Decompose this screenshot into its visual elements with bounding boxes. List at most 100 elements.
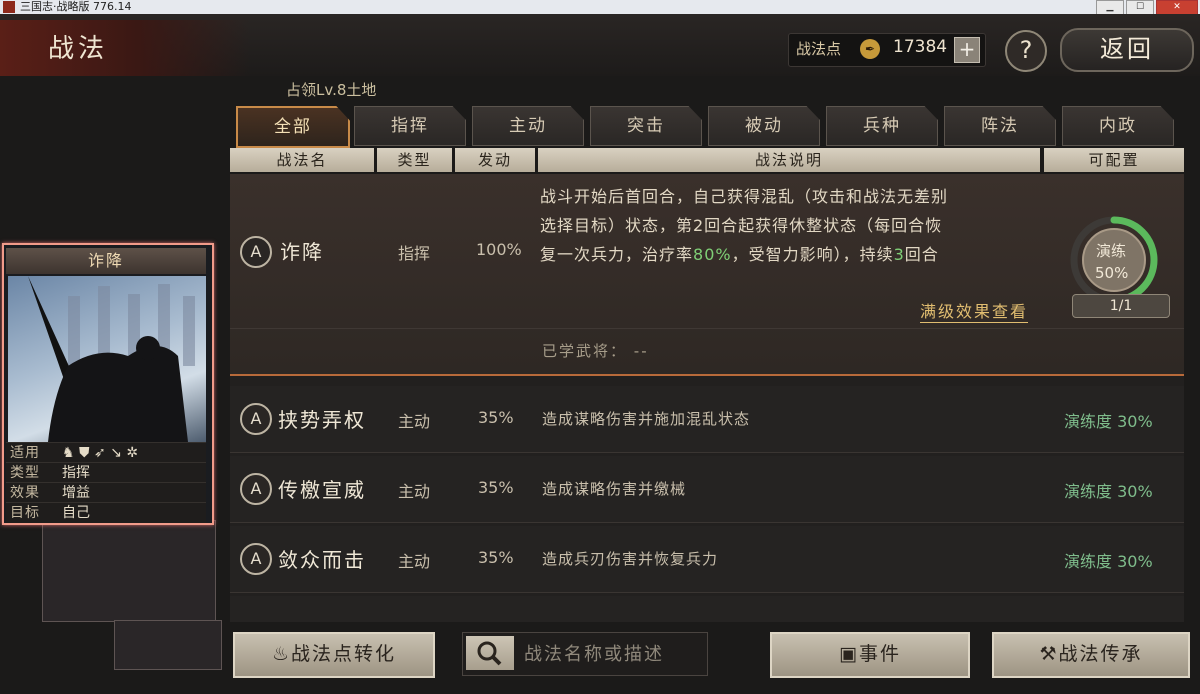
practice-level: 演练度 30%: [1064, 482, 1153, 501]
header-decor: [0, 20, 250, 76]
add-points-button[interactable]: +: [954, 37, 980, 63]
desc-line: 战斗开始后首回合，自己获得混乱（攻击和战法无差别: [540, 187, 949, 206]
events-label: 事件: [858, 643, 901, 665]
search-button[interactable]: [466, 636, 514, 670]
skill-name: 传檄宣威: [278, 478, 366, 502]
siege-icon: ✲: [126, 445, 139, 461]
card-row-key: 目标: [10, 505, 40, 521]
hammer-icon: ⚒: [1039, 643, 1059, 665]
warrior-silhouette-icon: [28, 276, 195, 442]
card-row-value: 自己: [62, 505, 90, 521]
window-titlebar: 三国志·战略版 776.14 ▁ ☐ ✕: [0, 0, 1200, 15]
skill-type: 指挥: [398, 244, 431, 263]
card-row-target: 目标 自己: [6, 502, 206, 523]
alert-icon: ▣: [839, 643, 859, 665]
practice-label: 演练: [1096, 242, 1127, 260]
back-button[interactable]: 返回: [1060, 28, 1194, 72]
column-header-config[interactable]: 可配置: [1044, 148, 1184, 172]
full-effect-link[interactable]: 满级效果查看: [920, 298, 1029, 323]
shield-icon: ⛊: [79, 445, 90, 461]
learned-value: --: [633, 342, 649, 360]
card-row-key: 效果: [10, 485, 40, 501]
desc-line: 选择目标）状态，第2回合起获得休整状态（每回合恢: [540, 216, 943, 235]
search-icon: [477, 641, 502, 666]
learned-label: 已学武将：: [542, 342, 628, 360]
skill-row[interactable]: A 挟势弄权 主动 35% 造成谋略伤害并施加混乱状态 演练度 30%: [230, 386, 1184, 453]
tab-passive[interactable]: 被动: [708, 106, 820, 146]
heal-rate-value: 80%: [693, 245, 732, 264]
skill-card-artwork: [8, 276, 206, 442]
duration-value: 3: [893, 245, 905, 264]
practice-level: 演练度 30%: [1064, 412, 1153, 431]
skill-description: 造成谋略伤害并缴械: [542, 480, 687, 498]
card-row-effect: 效果 增益: [6, 482, 206, 503]
skill-list[interactable]: A 诈降 指挥 100% 战斗开始后首回合，自己获得混乱（攻击和战法无差别 选择…: [230, 174, 1184, 622]
skill-rate: 35%: [478, 478, 514, 497]
convert-points-button[interactable]: ♨战法点转化: [233, 632, 435, 678]
skill-description: 造成兵刃伤害并恢复兵力: [542, 550, 719, 568]
territory-requirement: 占领Lv.8土地: [286, 81, 377, 99]
skill-rate: 35%: [478, 408, 514, 427]
column-header-name[interactable]: 战法名: [230, 148, 374, 172]
learned-generals: 已学武将： --: [542, 340, 649, 361]
tab-all[interactable]: 全部: [236, 106, 350, 148]
card-row-type: 类型 指挥: [6, 462, 206, 483]
grade-badge: A: [240, 403, 272, 435]
desc-text: 回合: [904, 245, 939, 264]
practice-level: 演练度 30%: [1064, 552, 1153, 571]
grade-badge: A: [240, 543, 272, 575]
app-icon: [3, 1, 15, 13]
maximize-button[interactable]: ☐: [1126, 0, 1154, 15]
feather-coin-icon: ✒: [860, 39, 880, 59]
tab-formation[interactable]: 阵法: [944, 106, 1056, 146]
card-row-value: 指挥: [62, 465, 90, 481]
skill-row-partial[interactable]: [230, 596, 1184, 622]
troop-type-icons: ♞ ⛊ ➶ ↘ ✲: [62, 443, 138, 463]
skill-row[interactable]: A 传檄宣威 主动 35% 造成谋略伤害并缴械 演练度 30%: [230, 456, 1184, 523]
bow-icon: ➶: [93, 445, 106, 461]
practice-counter: 1/1: [1072, 294, 1170, 318]
card-row-applicable: 适用 ♞ ⛊ ➶ ↘ ✲: [6, 442, 206, 463]
skill-name: 挟势弄权: [278, 408, 366, 432]
column-header-type[interactable]: 类型: [377, 148, 452, 172]
convert-points-label: 战法点转化: [291, 643, 397, 665]
skill-row-expanded[interactable]: A 诈降 指挥 100% 战斗开始后首回合，自己获得混乱（攻击和战法无差别 选择…: [230, 174, 1184, 376]
minimize-button[interactable]: ▁: [1096, 0, 1124, 15]
divider: [230, 328, 1184, 329]
tab-assault[interactable]: 突击: [590, 106, 702, 146]
search-input[interactable]: [522, 636, 706, 672]
skill-type: 主动: [398, 552, 431, 571]
tab-active[interactable]: 主动: [472, 106, 584, 146]
spear-icon: ↘: [110, 445, 122, 461]
skill-description: 造成谋略伤害并施加混乱状态: [542, 410, 751, 428]
skill-card-title: 诈降: [6, 248, 206, 274]
cavalry-icon: ♞: [62, 445, 75, 461]
column-header-rate[interactable]: 发动: [455, 148, 535, 172]
skill-type: 主动: [398, 482, 431, 501]
window-title: 三国志·战略版 776.14: [20, 0, 132, 13]
events-button[interactable]: ▣事件: [770, 632, 970, 678]
grade-badge: A: [240, 473, 272, 505]
right-gutter: [1184, 76, 1200, 694]
skill-rate: 35%: [478, 548, 514, 567]
desc-line: 复一次兵力，治疗率80%，受智力影响），持续3回合: [540, 240, 1040, 269]
tab-internal[interactable]: 内政: [1062, 106, 1174, 146]
column-header-desc: 战法说明: [538, 148, 1040, 172]
desc-text: ，受智力影响），持续: [731, 245, 894, 264]
card-stack-back: [114, 620, 222, 670]
skill-type: 主动: [398, 412, 431, 431]
inherit-skill-label: 战法传承: [1058, 643, 1143, 665]
inherit-skill-button[interactable]: ⚒战法传承: [992, 632, 1190, 678]
skill-name: 诈降: [280, 240, 324, 264]
skill-description: 战斗开始后首回合，自己获得混乱（攻击和战法无差别 选择目标）状态，第2回合起获得…: [540, 182, 1040, 269]
help-button[interactable]: ?: [1005, 30, 1047, 72]
skill-points-label: 战法点: [796, 40, 842, 58]
practice-percent: 50%: [1095, 264, 1129, 282]
card-row-key: 类型: [10, 465, 40, 481]
tab-troop[interactable]: 兵种: [826, 106, 938, 146]
tab-command[interactable]: 指挥: [354, 106, 466, 146]
skill-row[interactable]: A 敛众而击 主动 35% 造成兵刃伤害并恢复兵力 演练度 30%: [230, 526, 1184, 593]
card-stack-back: [42, 520, 216, 622]
close-window-button[interactable]: ✕: [1156, 0, 1198, 15]
card-row-key: 适用: [10, 445, 40, 461]
